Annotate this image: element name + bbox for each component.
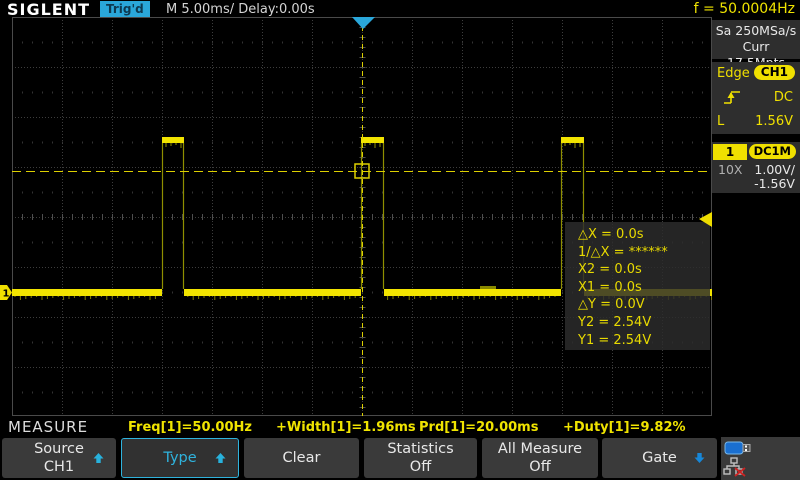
oscilloscope-screen: SIGLENT Trig'd M 5.00ms/ Delay:0.00s f =…: [0, 0, 800, 480]
statistics-button-label: Statistics: [364, 440, 477, 458]
acquisition-info-box: Sa 250MSa/s Curr 17.5Mpts: [712, 20, 800, 59]
frequency-counter: f = 50.0004Hz: [694, 1, 795, 17]
usb-icon: [724, 440, 752, 456]
statistics-button[interactable]: Statistics Off: [364, 438, 477, 478]
up-arrow-icon: [92, 452, 105, 465]
cursor-delta-y: △Y = 0.0V: [578, 296, 710, 314]
channel1-probe-attenuation: 10X: [718, 162, 742, 177]
cursor-y2: Y2 = 2.54V: [578, 314, 710, 332]
cursor-y1: Y1 = 2.54V: [578, 332, 710, 350]
status-icon-panel: [721, 437, 800, 480]
down-arrow-icon: [693, 452, 706, 465]
cursor-inv-delta-x: 1/△X = ******: [578, 244, 710, 262]
type-button[interactable]: Type: [121, 438, 239, 478]
trigger-level-marker-icon[interactable]: [699, 212, 712, 227]
all-measure-button-value: Off: [482, 458, 598, 476]
sample-rate: Sa 250MSa/s: [712, 23, 800, 39]
timebase-readout: M 5.00ms/ Delay:0.00s: [166, 2, 315, 17]
all-measure-button[interactable]: All Measure Off: [482, 438, 598, 478]
cursor-x1: X1 = 0.0s: [578, 279, 710, 297]
channel1-number-badge: 1: [713, 144, 747, 160]
clear-button-label: Clear: [244, 449, 359, 467]
source-button[interactable]: Source CH1: [2, 438, 116, 478]
all-measure-button-label: All Measure: [482, 440, 598, 458]
lan-disconnected-icon: [723, 457, 751, 477]
measurement-pos-duty: +Duty[1]=9.82%: [563, 420, 686, 435]
measure-title: MEASURE: [8, 418, 88, 436]
statistics-button-value: Off: [364, 458, 477, 476]
trigger-level-label: L: [717, 114, 724, 129]
trigger-level-value: 1.56V: [755, 114, 793, 129]
cursor-readout-panel: △X = 0.0s 1/△X = ****** X2 = 0.0s X1 = 0…: [565, 222, 710, 350]
channel1-info-box[interactable]: 1 DC1M 10X 1.00V/ -1.56V: [712, 142, 800, 193]
measurement-pos-width: +Width[1]=1.96ms: [276, 420, 416, 435]
gate-button[interactable]: Gate: [602, 438, 717, 478]
channel1-coupling-badge: DC1M: [749, 144, 796, 159]
trigger-coupling: DC: [774, 90, 793, 105]
trigger-status-badge: Trig'd: [100, 1, 150, 18]
trigger-info-box: Edge CH1 DC L 1.56V: [712, 62, 800, 134]
channel1-volts-per-div: 1.00V/: [754, 162, 795, 177]
channel1-marker-label: 1: [3, 289, 10, 300]
channel1-position-marker-icon[interactable]: 1: [0, 285, 13, 301]
channel1-offset: -1.56V: [754, 176, 795, 191]
measurement-period: Prd[1]=20.00ms: [419, 420, 538, 435]
measurement-freq: Freq[1]=50.00Hz: [128, 420, 252, 435]
clear-button[interactable]: Clear: [244, 438, 359, 478]
waveform-display: [12, 17, 712, 416]
trigger-type-label: Edge: [717, 66, 750, 81]
rising-edge-icon: [722, 89, 742, 107]
cursor-x2: X2 = 0.0s: [578, 261, 710, 279]
trigger-source-badge: CH1: [754, 65, 795, 80]
up-arrow-icon: [214, 452, 227, 465]
cursor-delta-x: △X = 0.0s: [578, 226, 710, 244]
